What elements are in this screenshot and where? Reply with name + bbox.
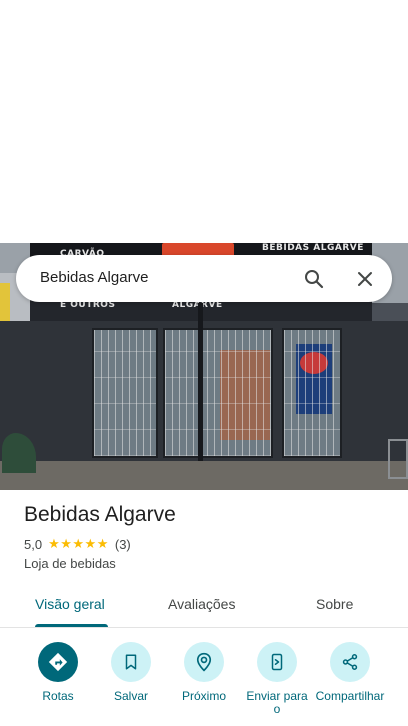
search-input[interactable]: Bebidas Algarve	[40, 269, 148, 286]
directions-button[interactable]: Rotas	[18, 642, 98, 703]
share-icon	[330, 642, 370, 682]
rating-value: 5,0	[24, 536, 43, 552]
review-count[interactable]: (3)	[115, 537, 131, 552]
share-button[interactable]: Compartilhar	[310, 642, 390, 703]
search-icon[interactable]	[302, 267, 326, 291]
place-title: Bebidas Algarve	[24, 503, 176, 526]
sign-text-brand: BEBIDAS ALGARVE	[262, 243, 364, 253]
tab-overview[interactable]: Visão geral	[35, 596, 105, 612]
bookmark-icon	[111, 642, 151, 682]
directions-label: Rotas	[42, 689, 74, 703]
save-button[interactable]: Salvar	[91, 642, 171, 703]
directions-icon	[38, 642, 78, 682]
tab-reviews[interactable]: Avaliações	[168, 596, 235, 612]
store-window-right	[282, 328, 342, 458]
search-bar[interactable]: Bebidas Algarve	[16, 255, 392, 302]
place-tabs: Visão geral Avaliações Sobre	[0, 586, 408, 628]
nearby-label: Próximo	[181, 689, 226, 703]
send-to-phone-icon	[257, 642, 297, 682]
share-label: Compartilhar	[315, 689, 385, 703]
active-tab-indicator	[35, 624, 108, 627]
rating-row[interactable]: 5,0 ★★★★★ (3)	[24, 536, 131, 552]
send-to-phone-button[interactable]: Enviar para o	[237, 642, 317, 716]
map-area-blank	[0, 0, 408, 243]
save-label: Salvar	[113, 689, 148, 703]
tab-about[interactable]: Sobre	[316, 596, 353, 612]
close-icon[interactable]	[353, 267, 377, 291]
nearby-icon	[184, 642, 224, 682]
send-to-phone-label: Enviar para o	[246, 689, 308, 716]
nearby-button[interactable]: Próximo	[164, 642, 244, 703]
store-door	[163, 328, 273, 458]
star-rating-icon: ★★★★★	[48, 536, 109, 551]
place-category[interactable]: Loja de bebidas	[24, 556, 116, 571]
store-window-left	[92, 328, 158, 458]
